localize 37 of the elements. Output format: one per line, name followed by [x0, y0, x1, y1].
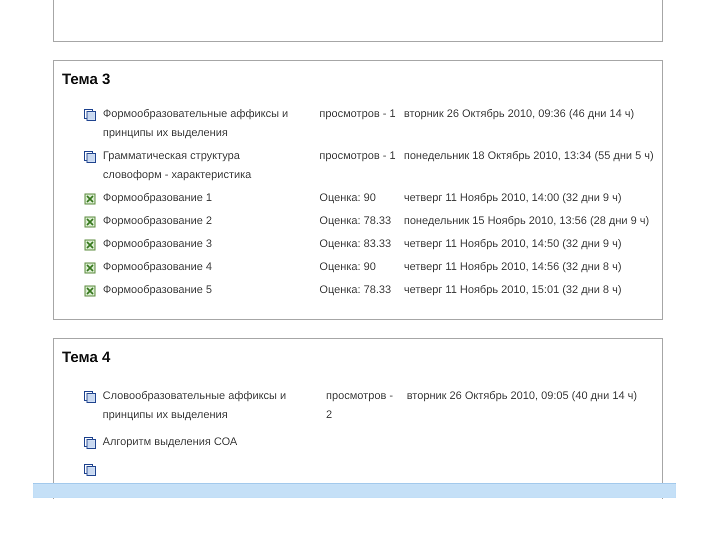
activity-info: Оценка: 78.33 — [319, 283, 392, 298]
activity-info: просмотров - 2 — [326, 389, 394, 423]
page-icon — [84, 391, 96, 403]
section-title: Тема 4 — [62, 349, 110, 368]
activity-info: Оценка: 90 — [319, 191, 377, 206]
quiz-icon — [84, 239, 96, 251]
activity-link[interactable]: Формообразование 3 — [102, 235, 302, 254]
activity-date: четверг 11 Ноябрь 2010, 14:56 (32 дни 8 ч) — [404, 260, 622, 275]
activity-link[interactable]: Формообразование 2 — [102, 212, 302, 231]
page-icon — [84, 437, 96, 449]
activity-info: Оценка: 90 — [319, 260, 377, 275]
activity-link[interactable]: Формообразовательные аффиксы и принципы их выделения — [102, 105, 302, 143]
quiz-icon — [84, 216, 96, 228]
activity-link[interactable]: Формообразование 1 — [102, 189, 302, 208]
activity-date: четверг 11 Ноябрь 2010, 15:01 (32 дни 8 ч) — [404, 283, 622, 298]
activity-info: Оценка: 83.33 — [319, 237, 392, 252]
page-icon — [84, 109, 96, 121]
activity-date: четверг 11 Ноябрь 2010, 14:00 (32 дни 9 ч) — [404, 191, 622, 206]
activity-link[interactable]: Формообразование 4 — [102, 258, 302, 277]
activity-link[interactable]: Грамматическая структура словоформ - характеристика — [102, 147, 302, 185]
activity-date: вторник 26 Октябрь 2010, 09:05 (40 дни 14 ч) — [406, 389, 638, 404]
activity-date: понедельник 18 Октябрь 2010, 13:34 (55 дни 5 ч) — [404, 149, 655, 164]
activity-info: просмотров - 1 — [319, 107, 397, 122]
quiz-icon — [84, 285, 96, 297]
activity-date: вторник 26 Октябрь 2010, 09:36 (46 дни 14 ч) — [404, 107, 636, 122]
section-title: Тема 3 — [62, 71, 110, 90]
page-icon — [84, 151, 96, 163]
quiz-icon — [84, 262, 96, 274]
page-icon — [84, 464, 96, 476]
activity-link[interactable]: Словообразовательные аффиксы и принципы их выделения — [102, 387, 300, 425]
activity-link[interactable]: Формообразование 5 — [102, 281, 302, 300]
activity-info: просмотров - 1 — [319, 149, 397, 164]
activity-date: понедельник 15 Ноябрь 2010, 13:56 (28 дни 9 ч) — [404, 214, 650, 229]
quiz-icon — [84, 193, 96, 205]
activity-link[interactable]: Алгоритм выделения СОА — [102, 433, 300, 452]
activity-date: четверг 11 Ноябрь 2010, 14:50 (32 дни 9 ч) — [404, 237, 622, 252]
activity-info: Оценка: 78.33 — [319, 214, 392, 229]
